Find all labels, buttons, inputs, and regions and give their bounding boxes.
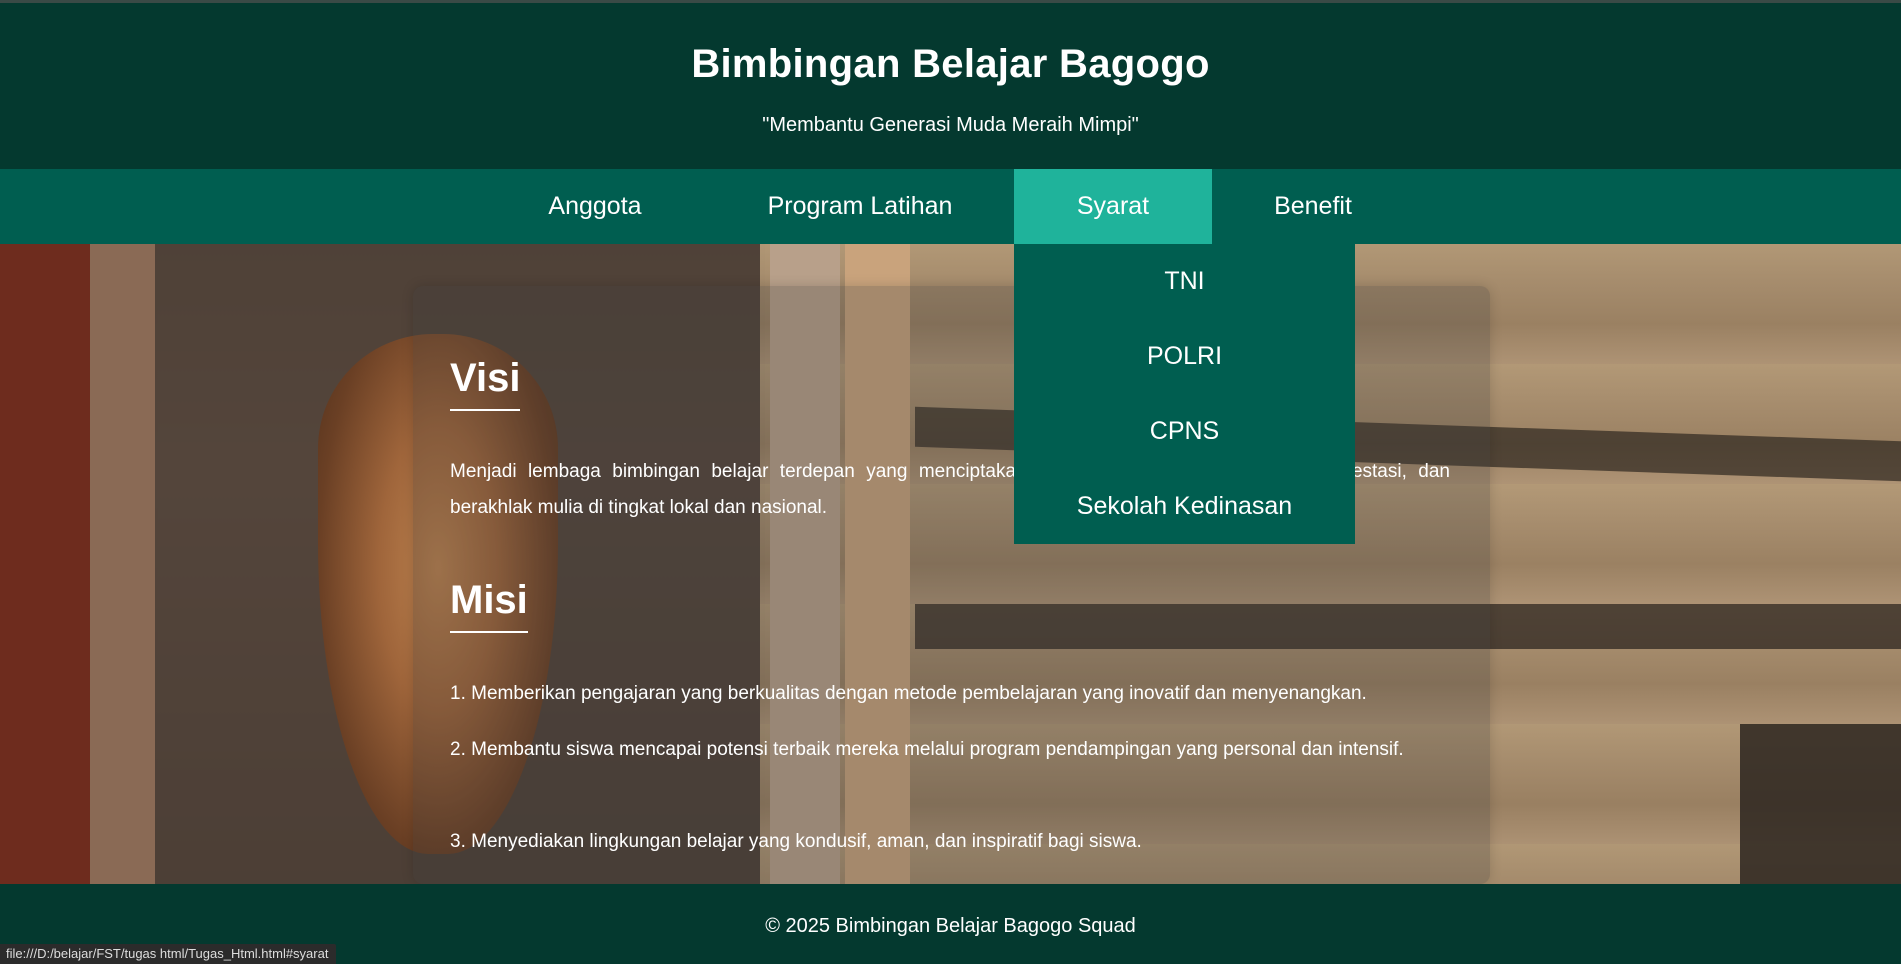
dropdown-item-tni[interactable]: TNI — [1014, 244, 1355, 319]
browser-status-bar: file:///D:/belajar/FST/tugas html/Tugas_… — [0, 944, 337, 964]
dropdown-item-cpns[interactable]: CPNS — [1014, 394, 1355, 469]
main-nav: Anggota Program Latihan Syarat Benefit — [0, 169, 1901, 244]
misi-item: 3. Menyediakan lingkungan belajar yang k… — [450, 831, 1142, 852]
footer-copyright: © 2025 Bimbingan Belajar Bagogo Squad — [765, 915, 1136, 937]
dropdown-item-polri[interactable]: POLRI — [1014, 319, 1355, 394]
hero-window — [1740, 724, 1901, 884]
misi-heading: Misi — [450, 578, 528, 633]
hero-pillar — [0, 244, 90, 884]
nav-item-syarat[interactable]: Syarat — [1014, 169, 1212, 244]
nav-item-program-latihan[interactable]: Program Latihan — [740, 169, 980, 244]
visi-heading: Visi — [450, 356, 521, 411]
nav-item-anggota[interactable]: Anggota — [520, 169, 670, 244]
site-header: Bimbingan Belajar Bagogo "Membantu Gener… — [0, 3, 1901, 169]
hero-pillar — [90, 244, 155, 884]
misi-item: 1. Memberikan pengajaran yang berkualita… — [450, 683, 1367, 704]
misi-item: 2. Membantu siswa mencapai potensi terba… — [450, 739, 1404, 760]
nav-item-benefit[interactable]: Benefit — [1250, 169, 1376, 244]
dropdown-item-sekolah-kedinasan[interactable]: Sekolah Kedinasan — [1014, 469, 1355, 544]
hero-background-image: Visi Menjadi lembaga bimbingan belajar t… — [0, 244, 1901, 884]
site-tagline: "Membantu Generasi Muda Meraih Mimpi" — [762, 114, 1139, 136]
syarat-dropdown-menu: TNI POLRI CPNS Sekolah Kedinasan — [1014, 244, 1355, 544]
site-title: Bimbingan Belajar Bagogo — [691, 42, 1210, 86]
